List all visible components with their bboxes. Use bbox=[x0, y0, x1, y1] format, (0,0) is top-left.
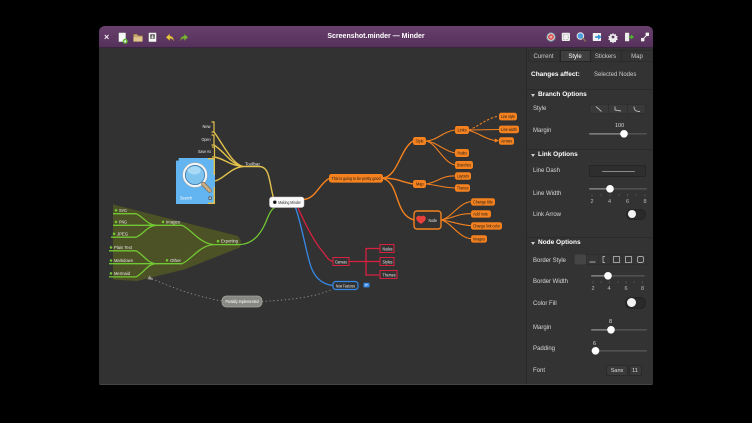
svg-text:Search: Search bbox=[180, 196, 193, 201]
svg-text:JPEG: JPEG bbox=[117, 231, 129, 236]
svg-text:Arrows: Arrows bbox=[501, 139, 512, 144]
svg-text:Making Minder: Making Minder bbox=[278, 200, 301, 205]
svg-text:Other: Other bbox=[170, 258, 182, 263]
svg-text:Change link color: Change link color bbox=[473, 224, 500, 229]
svg-text:SVG: SVG bbox=[119, 208, 128, 213]
svg-text:Plain Text: Plain Text bbox=[114, 245, 133, 250]
svg-text:8: 8 bbox=[641, 286, 644, 292]
svg-text:Styles: Styles bbox=[383, 259, 393, 264]
svg-text:4: 4 bbox=[608, 286, 611, 292]
svg-text:Markdown: Markdown bbox=[114, 258, 134, 263]
svg-text:Change title: Change title bbox=[473, 200, 494, 205]
svg-text:Node: Node bbox=[429, 218, 438, 223]
svg-text:Images: Images bbox=[166, 219, 180, 224]
svg-text:Add note: Add note bbox=[473, 212, 489, 217]
svg-text:Line width: Line width bbox=[501, 127, 517, 132]
svg-text:6: 6 bbox=[625, 286, 628, 292]
svg-text:Map: Map bbox=[416, 182, 424, 187]
svg-text:Links: Links bbox=[458, 128, 467, 133]
svg-text:Save As: Save As bbox=[198, 149, 211, 154]
svg-text:This is going to be pretty goo: This is going to be pretty good bbox=[332, 176, 382, 181]
svg-text:Partially Implemented: Partially Implemented bbox=[226, 299, 259, 304]
svg-text:Open: Open bbox=[202, 137, 212, 142]
svg-text:New: New bbox=[203, 124, 212, 129]
svg-text:Layouts: Layouts bbox=[457, 174, 469, 179]
svg-text:2: 2 bbox=[592, 286, 595, 292]
svg-text:PNG: PNG bbox=[119, 219, 128, 224]
svg-text:Line style: Line style bbox=[501, 114, 515, 119]
svg-text:Nodes: Nodes bbox=[458, 151, 468, 156]
svg-text:Canvas: Canvas bbox=[335, 259, 347, 264]
svg-text:8: 8 bbox=[644, 199, 647, 205]
svg-text:Themes: Themes bbox=[457, 186, 469, 191]
svg-text:2: 2 bbox=[591, 199, 594, 205]
svg-text:Style: Style bbox=[416, 139, 425, 144]
svg-text:Mermaid: Mermaid bbox=[114, 271, 131, 276]
svg-text:6: 6 bbox=[626, 199, 629, 205]
svg-text:Toolbar: Toolbar bbox=[245, 161, 261, 166]
svg-text:Themes: Themes bbox=[383, 272, 396, 277]
svg-text:4: 4 bbox=[608, 199, 611, 205]
svg-text:New Features: New Features bbox=[336, 284, 355, 289]
svg-text:Nodes: Nodes bbox=[383, 246, 393, 251]
svg-text:Images: Images bbox=[473, 237, 485, 242]
svg-text:Exporting: Exporting bbox=[221, 239, 239, 244]
svg-text:Branches: Branches bbox=[457, 163, 471, 168]
